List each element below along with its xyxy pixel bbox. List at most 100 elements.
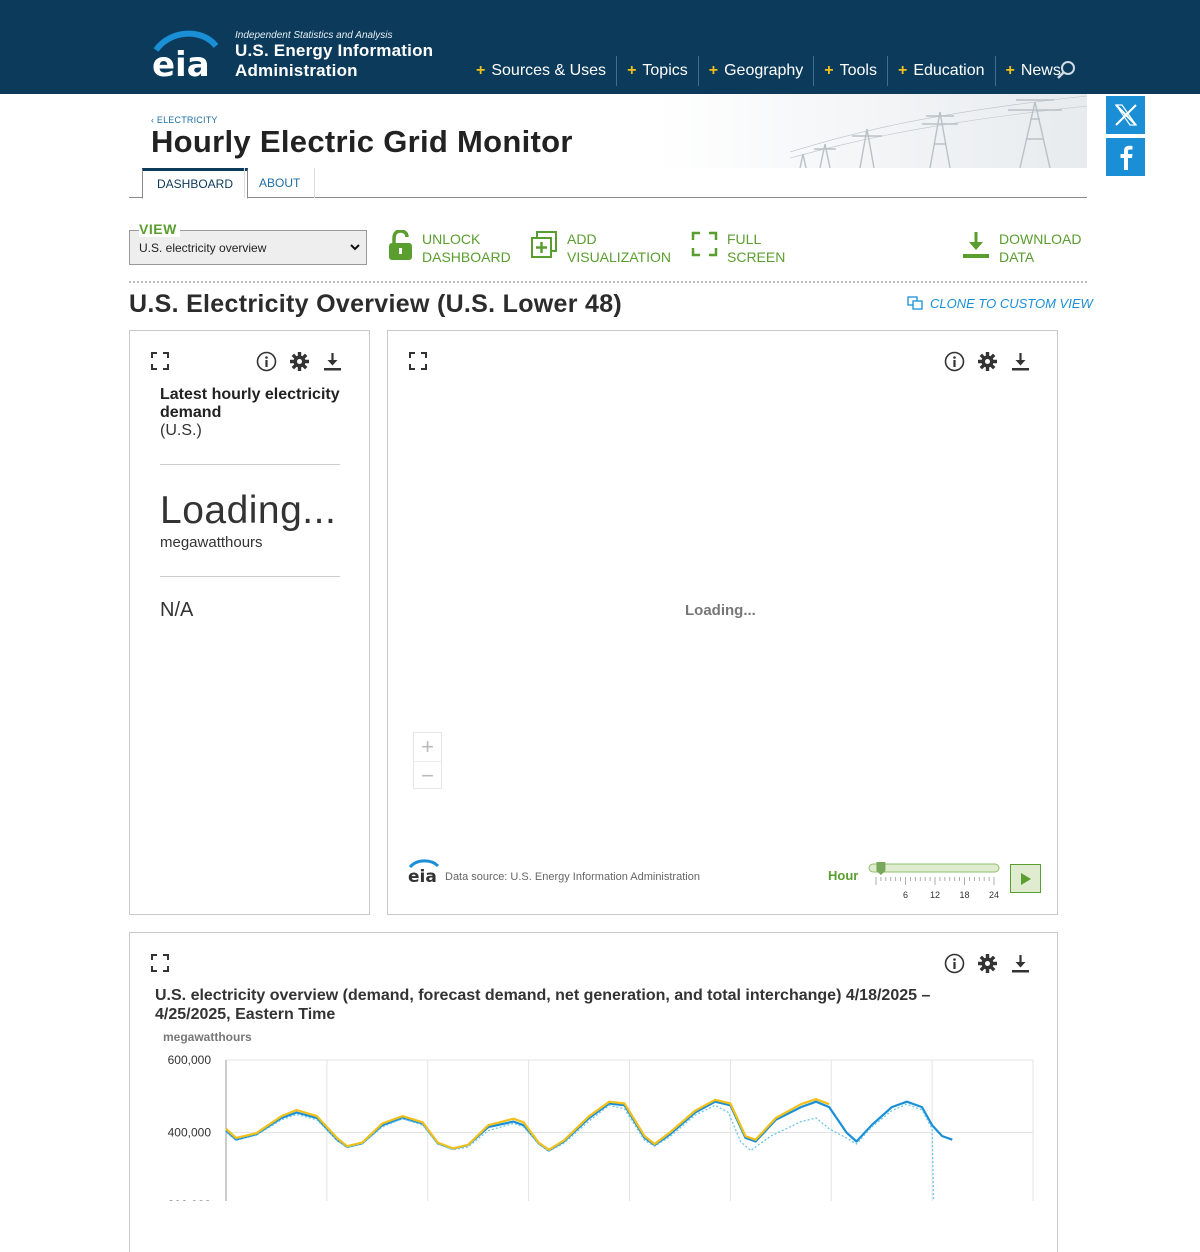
slider-tick-label: 24 <box>989 890 999 900</box>
download-icon <box>963 232 989 258</box>
y-tick-label: 200,000 <box>168 1198 212 1201</box>
full-line1: FULL <box>727 231 762 247</box>
demand-panel: Latest hourly electricity demand (U.S.) … <box>129 330 370 915</box>
divider <box>160 464 340 465</box>
divider <box>129 281 1087 283</box>
info-icon[interactable] <box>256 351 277 372</box>
series-line-forecast <box>225 1103 935 1201</box>
plus-icon: + <box>476 62 486 79</box>
gear-icon[interactable] <box>977 351 998 372</box>
y-tick-label: 600,000 <box>168 1053 212 1067</box>
logo-text: eia <box>152 45 210 80</box>
chevron-down-icon <box>350 244 360 251</box>
download-icon[interactable] <box>322 351 343 372</box>
chart-title: U.S. electricity overview (demand, forec… <box>155 987 931 1023</box>
play-button[interactable] <box>1010 864 1041 893</box>
info-icon[interactable] <box>944 953 965 974</box>
slider-labels: 6 12 18 24 <box>903 890 999 900</box>
expand-icon[interactable] <box>408 351 428 371</box>
data-source: Data source: U.S. Energy Information Adm… <box>445 871 700 883</box>
expand-icon[interactable] <box>150 953 170 973</box>
unlock-line2: DASHBOARD <box>422 249 511 265</box>
full-screen-button[interactable]: FULL SCREEN <box>691 230 785 266</box>
download-data-button[interactable]: DOWNLOAD DATA <box>962 230 1081 266</box>
plus-icon: + <box>824 62 834 79</box>
x-share-button[interactable] <box>1106 96 1145 134</box>
nav-label: Sources & Uses <box>491 62 607 79</box>
nav-sources-uses[interactable]: + Sources & Uses <box>466 56 616 86</box>
site-header: eia Independent Statistics and Analysis … <box>0 0 1200 94</box>
fullscreen-icon <box>691 231 718 257</box>
nav-tools[interactable]: + Tools <box>813 56 887 86</box>
main-nav: + Sources & Uses + Topics + Geography + Tool… <box>466 56 1071 86</box>
map-zoom-control: + − <box>413 732 442 789</box>
download-line1: DOWNLOAD <box>999 231 1082 247</box>
view-selected-value: U.S. electricity overview <box>139 241 267 255</box>
eia-logo[interactable]: eia <box>150 28 220 80</box>
facebook-icon <box>1120 145 1132 170</box>
unlock-dashboard-button[interactable]: UNLOCK DASHBOARD <box>388 230 511 266</box>
x-twitter-icon <box>1114 104 1137 126</box>
tab-bar: DASHBOARD ABOUT <box>129 168 1087 199</box>
plus-icon: + <box>897 62 908 79</box>
mini-logo-text: eia <box>408 867 437 884</box>
map-loading-text: Loading... <box>685 602 756 619</box>
section-title: U.S. Electricity Overview (U.S. Lower 48… <box>129 290 623 318</box>
page-title: Hourly Electric Grid Monitor <box>151 124 573 159</box>
clone-to-custom-view-link[interactable]: CLONE TO CUSTOM VIEW <box>907 296 1093 311</box>
y-axis-label: megawatthours <box>163 1030 252 1044</box>
overview-line-chart: megawatthours 600,000 400,000 200,000 <box>163 1030 1034 1201</box>
full-line2: SCREEN <box>727 249 786 265</box>
view-label: VIEW <box>139 221 180 237</box>
hour-slider[interactable]: 6 12 18 24 <box>868 861 1000 909</box>
info-icon[interactable] <box>944 351 965 372</box>
demand-region: (U.S.) <box>160 422 202 439</box>
nav-education[interactable]: + Education <box>886 56 995 86</box>
eia-mini-logo: eia <box>408 859 440 884</box>
nav-label: Topics <box>642 62 688 79</box>
zoom-out-button[interactable]: − <box>414 761 441 789</box>
divider <box>160 576 340 577</box>
plus-icon: + <box>627 62 637 79</box>
clone-label: CLONE TO CUSTOM VIEW <box>930 296 1093 311</box>
tagline: Independent Statistics and Analysis <box>235 30 393 41</box>
tab-about[interactable]: ABOUT <box>244 168 316 198</box>
zoom-in-button[interactable]: + <box>414 733 441 761</box>
nav-label: Geography <box>724 62 804 79</box>
nav-label: Tools <box>839 62 877 79</box>
download-icon[interactable] <box>1010 351 1031 372</box>
org-line2: Administration <box>235 61 358 80</box>
hour-label: Hour <box>828 868 859 883</box>
expand-icon[interactable] <box>150 351 170 371</box>
add-visualization-button[interactable]: ADD VISUALIZATION <box>531 230 671 266</box>
plus-icon: + <box>1005 62 1015 79</box>
nav-topics[interactable]: + Topics <box>616 56 698 86</box>
clone-icon <box>907 296 923 310</box>
unlock-line1: UNLOCK <box>422 231 481 247</box>
facebook-share-button[interactable] <box>1106 138 1145 176</box>
org-name[interactable]: Independent Statistics and Analysis U.S.… <box>235 30 433 81</box>
plus-icon: + <box>708 62 719 79</box>
demand-title: Latest hourly electricity demand <box>160 386 340 421</box>
slider-tick-label: 18 <box>959 890 969 900</box>
slider-tick-label: 6 <box>903 890 908 900</box>
power-towers-illustration <box>790 95 1087 168</box>
download-line2: DATA <box>999 249 1035 265</box>
chart-panel: U.S. electricity overview (demand, forec… <box>129 932 1058 1252</box>
search-icon[interactable] <box>1056 60 1076 80</box>
add-line1: ADD <box>567 231 597 247</box>
nav-label: Education <box>913 62 985 79</box>
download-icon[interactable] <box>1010 953 1031 974</box>
nav-geography[interactable]: + Geography <box>697 56 814 86</box>
slider-handle[interactable] <box>876 862 886 875</box>
demand-value: Loading... <box>160 489 337 532</box>
nav-label: News <box>1020 62 1061 79</box>
gear-icon[interactable] <box>289 351 310 372</box>
gear-icon[interactable] <box>977 953 998 974</box>
tab-dashboard[interactable]: DASHBOARD <box>142 168 249 199</box>
add-visualization-icon <box>531 231 557 258</box>
unlock-icon <box>389 230 412 260</box>
series-line-demand <box>225 1100 953 1152</box>
play-icon <box>1020 872 1031 885</box>
demand-change: N/A <box>160 599 194 621</box>
